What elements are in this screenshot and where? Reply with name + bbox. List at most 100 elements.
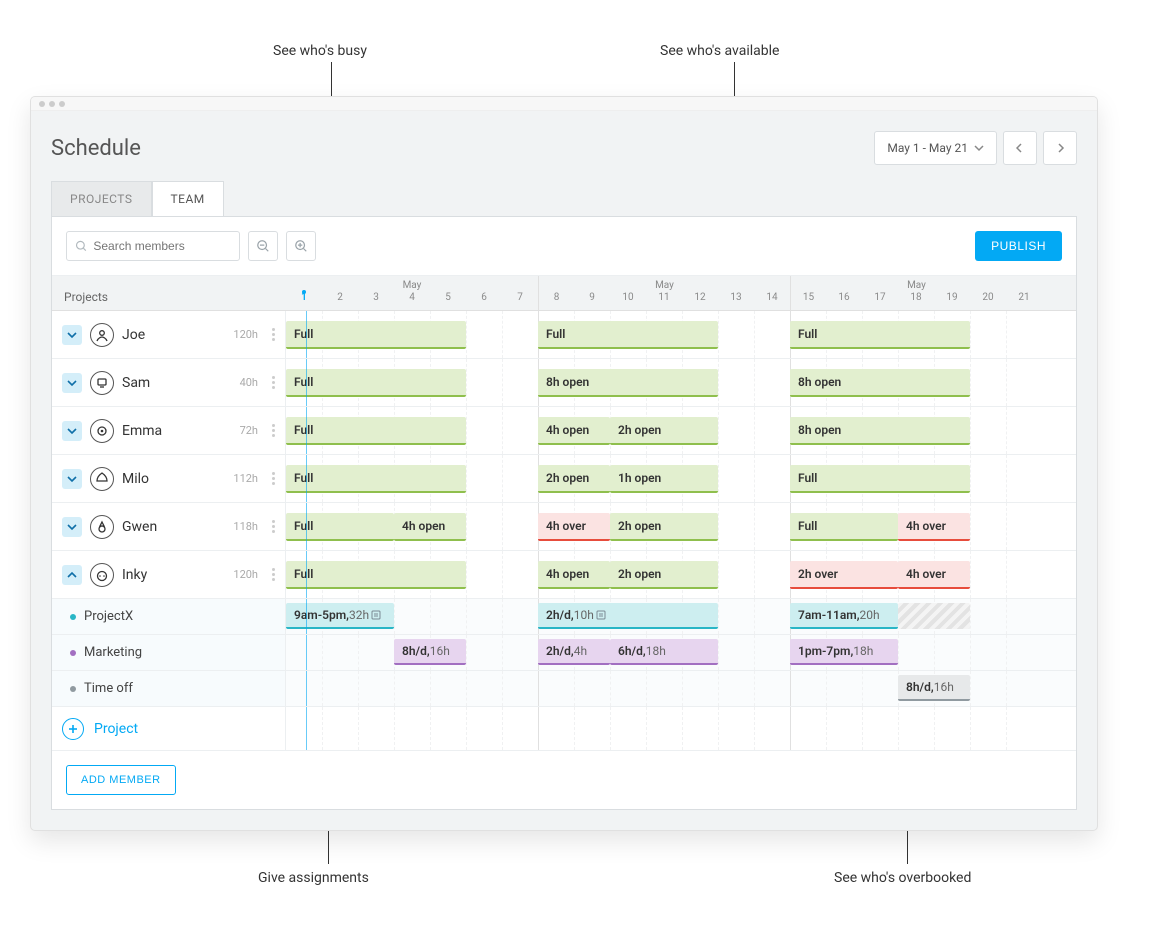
member-hours: 120h — [233, 328, 258, 341]
availability-block[interactable]: Full — [286, 465, 466, 493]
availability-block[interactable]: Full — [286, 561, 466, 589]
day-header: 1 — [286, 292, 322, 310]
search-input[interactable] — [93, 239, 231, 253]
assignment-block[interactable]: 8h/d, 16h — [898, 675, 970, 701]
annotation-overbooked: See who's overbooked — [834, 870, 971, 886]
row-menu-button[interactable] — [272, 424, 275, 437]
availability-block[interactable]: Full — [790, 465, 970, 493]
expand-toggle[interactable] — [62, 565, 82, 585]
member-name: Sam — [122, 375, 150, 391]
member-hours: 72h — [240, 424, 258, 437]
assignment-block[interactable]: 7am-11am, 20h — [790, 603, 898, 629]
assignment-block[interactable]: 1pm-7pm, 18h — [790, 639, 898, 665]
day-header: 2 — [322, 292, 358, 310]
subproject-name: Time off — [84, 681, 133, 696]
row-menu-button[interactable] — [272, 376, 275, 389]
member-name: Inky — [122, 567, 147, 583]
zoom-in-button[interactable] — [286, 231, 316, 261]
avatar-icon — [90, 371, 114, 395]
zoom-out-icon — [256, 239, 270, 253]
expand-toggle[interactable] — [62, 517, 82, 537]
availability-block[interactable]: 4h open — [394, 513, 466, 541]
availability-block[interactable]: 8h open — [538, 369, 718, 397]
availability-block[interactable]: 2h open — [538, 465, 610, 493]
availability-block[interactable]: Full — [790, 321, 970, 349]
availability-block[interactable]: 4h over — [898, 561, 970, 589]
member-name: Gwen — [122, 519, 157, 535]
add-project-label[interactable]: Project — [94, 721, 138, 737]
assignment-block[interactable]: 6h/d, 18h — [610, 639, 718, 665]
member-name: Emma — [122, 423, 162, 439]
expand-toggle[interactable] — [62, 421, 82, 441]
prev-range-button[interactable] — [1003, 131, 1037, 165]
expand-toggle[interactable] — [62, 325, 82, 345]
chevron-left-icon — [1015, 143, 1025, 153]
member-hours: 112h — [233, 472, 258, 485]
assignment-block[interactable]: 9am-5pm, 32h — [286, 603, 394, 629]
publish-button[interactable]: PUBLISH — [975, 231, 1062, 261]
row-menu-button[interactable] — [272, 472, 275, 485]
member-name: Milo — [122, 471, 149, 487]
next-range-button[interactable] — [1043, 131, 1077, 165]
availability-block[interactable]: 4h over — [898, 513, 970, 541]
left-column-header: Projects — [52, 276, 286, 310]
day-header: 15 — [790, 292, 826, 310]
day-header: 7 — [502, 292, 538, 310]
availability-block[interactable]: Full — [538, 321, 718, 349]
search-icon — [75, 239, 87, 253]
day-header: 19 — [934, 292, 970, 310]
subproject-name: ProjectX — [84, 609, 133, 624]
annotation-assignments: Give assignments — [258, 870, 369, 886]
day-header: 11 — [646, 292, 682, 310]
day-header: 8 — [538, 292, 574, 310]
assignment-block[interactable]: 8h/d, 16h — [394, 639, 466, 665]
row-menu-button[interactable] — [272, 568, 275, 581]
search-members[interactable] — [66, 231, 240, 261]
tab-team[interactable]: TEAM — [152, 181, 224, 216]
day-header: 21 — [1006, 292, 1042, 310]
availability-block[interactable]: 2h open — [610, 561, 718, 589]
availability-block[interactable]: 2h over — [790, 561, 898, 589]
assignment-block[interactable] — [898, 603, 970, 629]
avatar-icon — [90, 563, 114, 587]
assignment-block[interactable]: 2h/d, 4h — [538, 639, 610, 665]
day-header: 17 — [862, 292, 898, 310]
project-color-dot — [70, 650, 76, 656]
note-icon — [371, 610, 381, 620]
tab-projects[interactable]: PROJECTS — [51, 181, 152, 216]
zoom-out-button[interactable] — [248, 231, 278, 261]
expand-toggle[interactable] — [62, 469, 82, 489]
chevron-down-icon — [67, 474, 77, 484]
app-window: Schedule May 1 - May 21 PROJECTS TEAM — [30, 96, 1098, 831]
day-header: 12 — [682, 292, 718, 310]
day-header: 20 — [970, 292, 1006, 310]
row-menu-button[interactable] — [272, 520, 275, 533]
member-hours: 118h — [233, 520, 258, 533]
availability-block[interactable]: 4h open — [538, 561, 610, 589]
chevron-down-icon — [67, 426, 77, 436]
window-titlebar — [31, 97, 1097, 111]
availability-block[interactable]: 2h open — [610, 417, 718, 445]
zoom-in-icon — [294, 239, 308, 253]
member-hours: 120h — [233, 568, 258, 581]
chevron-down-icon — [67, 330, 77, 340]
availability-block[interactable]: Full — [286, 417, 466, 445]
availability-block[interactable]: Full — [286, 321, 466, 349]
availability-block[interactable]: 8h open — [790, 369, 970, 397]
project-color-dot — [70, 686, 76, 692]
availability-block[interactable]: 1h open — [610, 465, 718, 493]
availability-block[interactable]: Full — [286, 369, 466, 397]
add-member-button[interactable]: ADD MEMBER — [66, 765, 176, 795]
availability-block[interactable]: 8h open — [790, 417, 970, 445]
assignment-block[interactable]: 2h/d, 10h — [538, 603, 718, 629]
expand-toggle[interactable] — [62, 373, 82, 393]
availability-block[interactable]: 2h open — [610, 513, 718, 541]
add-project-icon[interactable] — [62, 718, 84, 740]
member-hours: 40h — [240, 376, 258, 389]
date-range-picker[interactable]: May 1 - May 21 — [874, 131, 997, 165]
availability-block[interactable]: Full — [286, 513, 394, 541]
availability-block[interactable]: 4h open — [538, 417, 610, 445]
availability-block[interactable]: 4h over — [538, 513, 610, 541]
row-menu-button[interactable] — [272, 328, 275, 341]
availability-block[interactable]: Full — [790, 513, 898, 541]
